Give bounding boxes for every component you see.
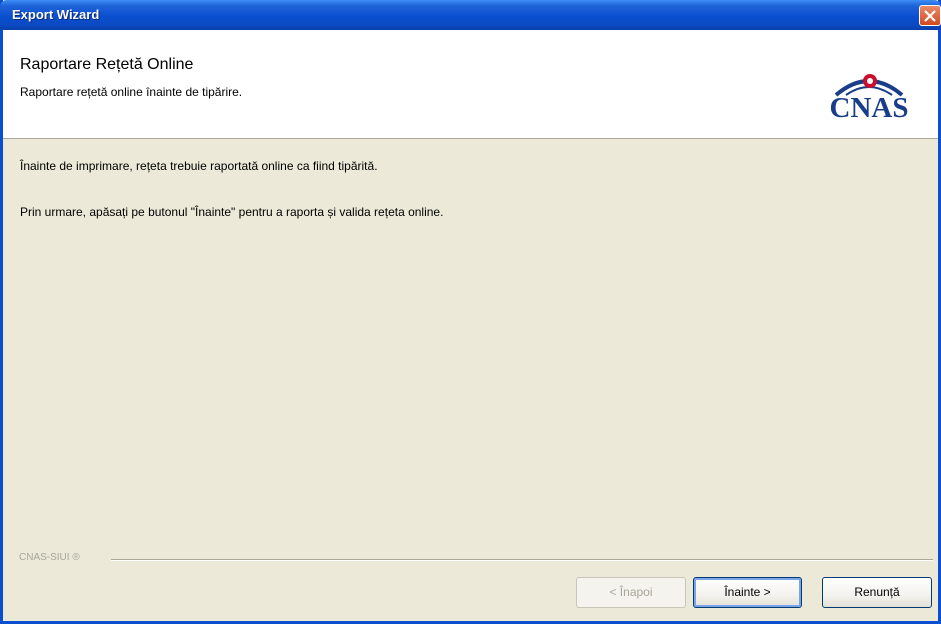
- separator-line: [111, 559, 933, 561]
- wizard-content: Înainte de imprimare, rețeta trebuie rap…: [3, 139, 938, 549]
- cancel-button[interactable]: Renunță: [822, 577, 932, 608]
- page-subtitle: Raportare rețetă online înainte de tipăr…: [20, 85, 243, 99]
- wizard-header: Raportare Rețetă Online Raportare rețetă…: [3, 30, 938, 139]
- next-button[interactable]: Înainte >: [693, 577, 802, 608]
- page-title: Raportare Rețetă Online: [20, 56, 194, 73]
- footer-separator: CNAS-SIUI ®: [3, 552, 938, 566]
- cnas-logo: CNAS: [814, 65, 924, 125]
- window-title: Export Wizard: [12, 7, 100, 22]
- title-bar[interactable]: Export Wizard: [0, 0, 941, 30]
- logo-text: CNAS: [829, 92, 909, 124]
- footer-brand: CNAS-SIUI ®: [19, 552, 86, 563]
- close-icon: [924, 10, 936, 22]
- close-button[interactable]: [919, 5, 941, 26]
- instruction-text-2: Prin urmare, apăsați pe butonul "Înainte…: [20, 205, 444, 219]
- instruction-text-1: Înainte de imprimare, rețeta trebuie rap…: [20, 159, 378, 173]
- back-button[interactable]: < Înapoi: [576, 577, 686, 608]
